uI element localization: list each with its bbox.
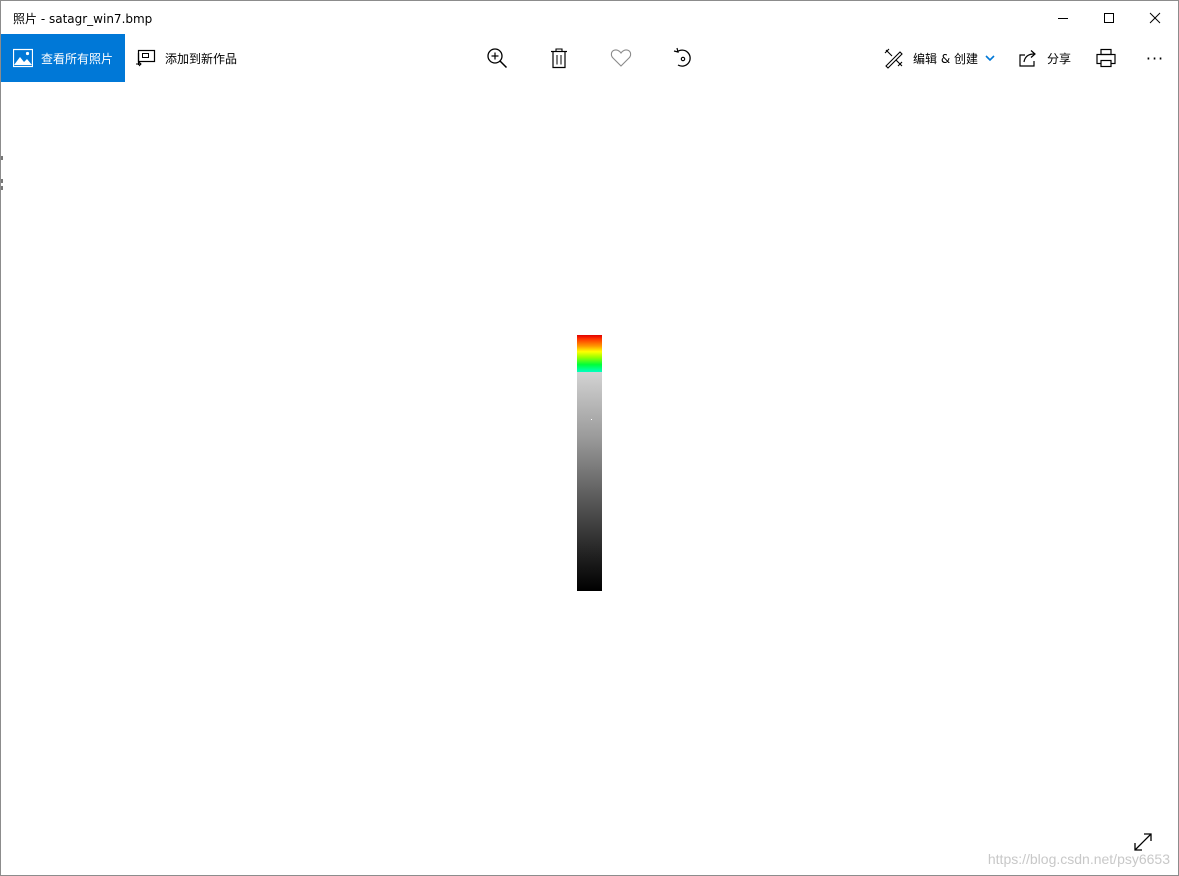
more-options-icon: ··· — [1145, 48, 1165, 68]
color-gradient-segment — [577, 335, 602, 372]
expand-icon — [1134, 833, 1152, 851]
edit-create-label: 编辑 & 创建 — [913, 51, 978, 66]
edit-create-button[interactable]: 编辑 & 创建 — [883, 34, 996, 82]
trash-icon — [551, 48, 567, 69]
maximize-button[interactable] — [1086, 1, 1132, 34]
image-canvas[interactable]: https://blog.csdn.net/psy6653 — [1, 82, 1178, 875]
add-to-creation-button[interactable]: 添加到新作品 — [135, 34, 237, 82]
share-label: 分享 — [1047, 51, 1072, 66]
favorite-button[interactable] — [601, 34, 641, 82]
minimize-button[interactable] — [1040, 1, 1086, 34]
printer-icon — [1096, 48, 1116, 68]
more-options-button[interactable]: ··· — [1135, 34, 1175, 82]
print-button[interactable] — [1086, 34, 1126, 82]
rotate-button[interactable] — [663, 34, 703, 82]
zoom-in-icon — [487, 48, 508, 69]
heart-icon — [610, 49, 632, 67]
view-all-photos-label: 查看所有照片 — [41, 51, 114, 66]
image-pixel-dot — [591, 419, 592, 420]
command-bar: 查看所有照片 添加到新作品 编辑 & 创建 分享 ··· — [1, 34, 1178, 82]
delete-button[interactable] — [539, 34, 579, 82]
view-all-photos-button[interactable]: 查看所有照片 — [1, 34, 125, 82]
photos-app-window: 照片 - satagr_win7.bmp 查看所有照片 添加到新作品 编辑 & … — [0, 0, 1179, 876]
watermark-text: https://blog.csdn.net/psy6653 — [987, 851, 1170, 867]
close-button[interactable] — [1132, 1, 1178, 34]
window-edge-mark — [1, 186, 3, 190]
title-bar: 照片 - satagr_win7.bmp — [1, 1, 1178, 34]
close-icon — [1149, 12, 1161, 23]
share-icon — [1019, 50, 1036, 67]
add-to-creation-icon — [135, 48, 157, 68]
edit-create-icon — [884, 48, 903, 69]
maximize-icon — [1104, 12, 1114, 23]
window-title: 照片 - satagr_win7.bmp — [13, 12, 153, 26]
minimize-icon — [1058, 17, 1068, 19]
grayscale-gradient-segment — [577, 372, 602, 591]
chevron-down-icon — [985, 55, 995, 62]
rotate-icon — [673, 47, 691, 67]
share-button[interactable]: 分享 — [1017, 34, 1071, 82]
zoom-button[interactable] — [477, 34, 517, 82]
window-edge-mark — [1, 156, 3, 160]
add-to-creation-label: 添加到新作品 — [165, 51, 238, 66]
displayed-image — [577, 335, 602, 591]
photo-gallery-icon — [13, 48, 33, 68]
window-edge-mark — [1, 179, 3, 183]
